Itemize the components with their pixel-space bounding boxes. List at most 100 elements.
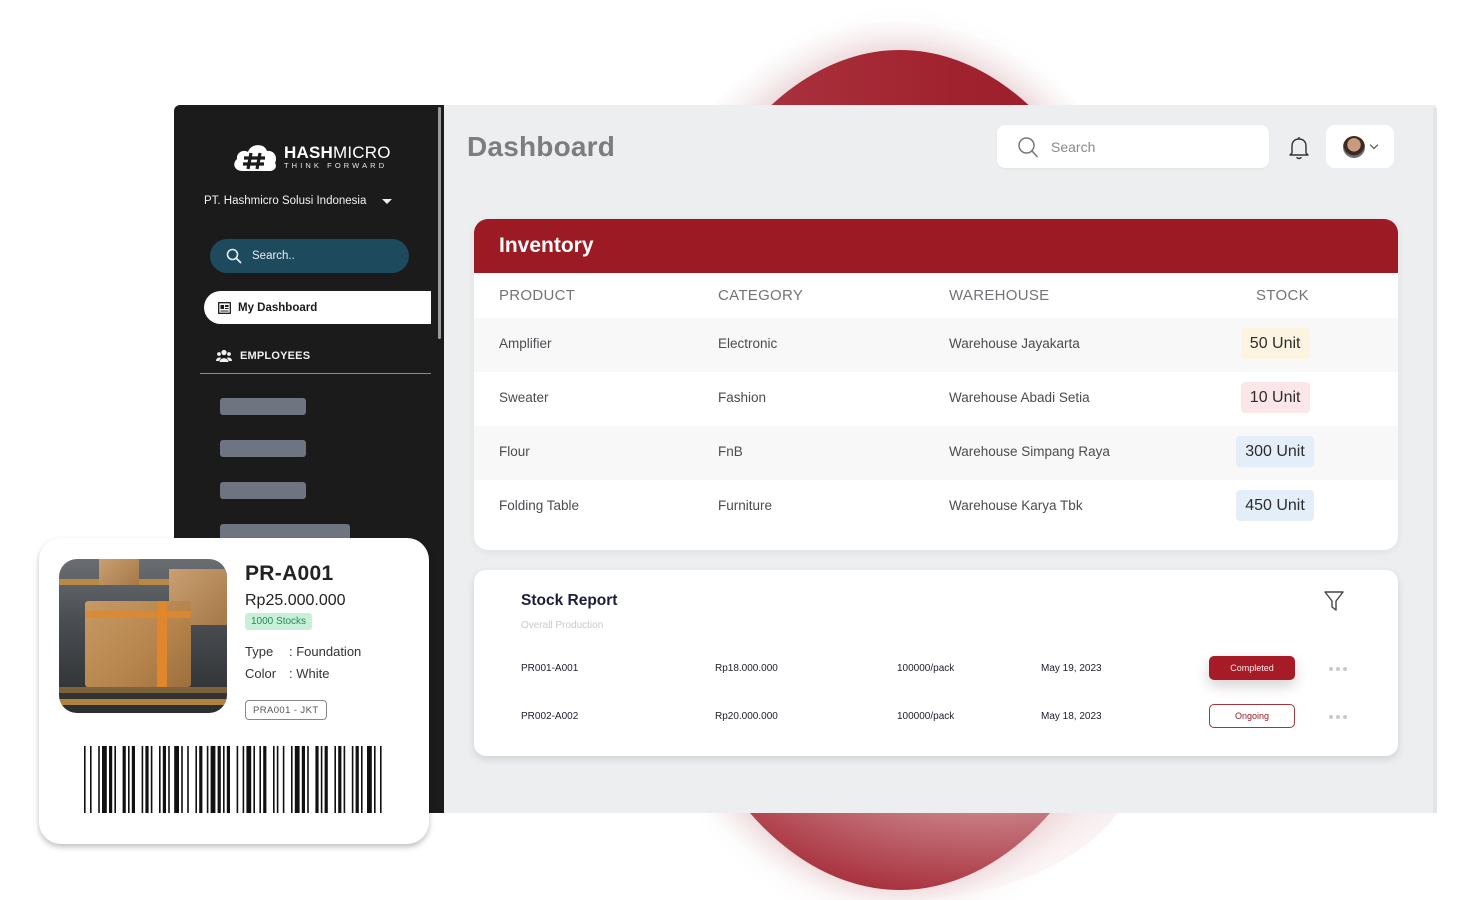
table-row[interactable]: Flour FnB Warehouse Simpang Raya 300 Unit xyxy=(474,426,1398,480)
product-color-label: Color xyxy=(245,666,277,681)
barcode-bar xyxy=(320,746,323,813)
barcode-bar xyxy=(226,746,230,813)
report-price: Rp18.000.000 xyxy=(715,663,778,674)
sidebar-item-label: My Dashboard xyxy=(238,301,318,314)
barcode-bar xyxy=(90,746,92,813)
inventory-header-row: PRODUCT CATEGORY WAREHOUSE STOCK xyxy=(474,273,1398,318)
sidebar-search-input[interactable]: Search.. xyxy=(210,239,409,273)
barcode-bar xyxy=(236,746,239,813)
report-date: May 19, 2023 xyxy=(1041,663,1102,674)
stock-badge: 300 Unit xyxy=(1236,436,1314,467)
report-qty: 100000/pack xyxy=(897,711,955,722)
filter-icon[interactable] xyxy=(1323,590,1345,612)
header-search-input[interactable]: Search xyxy=(997,125,1269,168)
company-selector[interactable]: PT. Hashmicro Solusi Indonesia xyxy=(204,195,393,207)
barcode-bar xyxy=(187,746,189,813)
logo-tagline: THINK FORWARD xyxy=(284,160,388,170)
cell-category: Fashion xyxy=(718,390,767,405)
inventory-title: Inventory xyxy=(474,219,1398,273)
barcode-bar xyxy=(380,746,382,813)
barcode-bar xyxy=(162,746,166,813)
caret-down-icon xyxy=(382,198,393,204)
barcode xyxy=(84,746,382,813)
stock-report-title: Stock Report xyxy=(521,592,618,609)
barcode-bar xyxy=(291,746,293,813)
sidebar-section-label: EMPLOYEES xyxy=(240,349,311,362)
profile-menu[interactable] xyxy=(1326,125,1394,168)
barcode-bar xyxy=(367,746,372,813)
cell-warehouse: Warehouse Simpang Raya xyxy=(949,444,1110,459)
barcode-bar xyxy=(294,746,300,813)
column-header-stock: STOCK xyxy=(1256,287,1309,304)
barcode-bar xyxy=(242,746,245,813)
barcode-bar xyxy=(253,746,255,813)
barcode-bar xyxy=(181,746,183,813)
company-name: PT. Hashmicro Solusi Indonesia xyxy=(204,195,367,207)
stock-badge: 450 Unit xyxy=(1236,490,1314,521)
barcode-bar xyxy=(334,746,336,813)
logo: HASHMICRO THINK FORWARD xyxy=(232,141,391,173)
barcode-bar xyxy=(150,746,153,813)
sidebar-scrollbar[interactable] xyxy=(438,107,441,339)
barcode-bar xyxy=(210,746,216,813)
product-color-value: : White xyxy=(289,666,330,681)
more-options-icon[interactable] xyxy=(1329,715,1347,719)
barcode-bar xyxy=(324,746,328,813)
window-edge xyxy=(1433,108,1437,813)
table-row[interactable]: Amplifier Electronic Warehouse Jayakarta 50… xyxy=(474,318,1398,372)
report-code: PR001-A001 xyxy=(521,663,579,674)
sidebar-placeholder-item[interactable] xyxy=(220,482,306,499)
barcode-bar xyxy=(282,746,285,813)
barcode-bar xyxy=(145,746,149,813)
cell-category: Electronic xyxy=(718,336,778,351)
barcode-bar xyxy=(174,746,179,813)
cell-product: Sweater xyxy=(499,390,549,405)
more-options-icon[interactable] xyxy=(1329,667,1347,671)
status-badge[interactable]: Completed xyxy=(1209,656,1295,680)
barcode-bar xyxy=(102,746,107,813)
barcode-bar xyxy=(351,746,354,813)
product-card: PR-A001 Rp25.000.000 1000 Stocks Type : … xyxy=(39,538,429,844)
dashboard-icon xyxy=(218,301,231,314)
barcode-bar xyxy=(168,746,170,813)
report-price: Rp20.000.000 xyxy=(715,711,778,722)
table-row[interactable]: Folding Table Furniture Warehouse Karya Tb… xyxy=(474,480,1398,534)
barcode-bar xyxy=(343,746,346,813)
chevron-down-icon xyxy=(1369,140,1379,150)
barcode-bar xyxy=(338,746,342,813)
sidebar-divider xyxy=(200,373,431,374)
barcode-bar xyxy=(276,746,279,813)
users-icon xyxy=(216,349,232,362)
main-content: Dashboard Search Inventory PRODUCT CATEG… xyxy=(444,105,1436,813)
barcode-bar xyxy=(141,746,144,813)
cell-warehouse: Warehouse Karya Tbk xyxy=(949,498,1083,513)
barcode-bar xyxy=(195,746,197,813)
table-row[interactable]: Sweater Fashion Warehouse Abadi Setia 10 Un… xyxy=(474,372,1398,426)
barcode-bar xyxy=(307,746,309,813)
barcode-bar xyxy=(217,746,221,813)
sidebar-placeholder-item[interactable] xyxy=(220,398,306,415)
barcode-bar xyxy=(206,746,209,813)
status-badge[interactable]: Ongoing xyxy=(1209,704,1295,728)
page-title: Dashboard xyxy=(467,131,616,162)
search-icon xyxy=(1018,136,1038,157)
sidebar-section-employees[interactable]: EMPLOYEES xyxy=(216,349,310,362)
sidebar-placeholder-item[interactable] xyxy=(220,440,306,457)
stock-report-subtitle: Overall Production xyxy=(521,620,604,631)
cell-warehouse: Warehouse Abadi Setia xyxy=(949,390,1090,405)
cell-product: Flour xyxy=(499,444,530,459)
column-header-category: CATEGORY xyxy=(718,287,804,304)
barcode-bar xyxy=(114,746,116,813)
barcode-bar xyxy=(159,746,161,813)
sidebar-item-my-dashboard[interactable]: My Dashboard xyxy=(204,291,431,324)
inventory-card: Inventory PRODUCT CATEGORY WAREHOUSE STO… xyxy=(474,219,1398,550)
product-image xyxy=(59,559,227,713)
barcode-bar xyxy=(263,746,267,813)
barcode-bar xyxy=(122,746,126,813)
cell-category: Furniture xyxy=(718,498,773,513)
barcode-bar xyxy=(374,746,376,813)
bell-icon[interactable] xyxy=(1287,135,1311,161)
product-type: Type : Foundation xyxy=(245,644,361,659)
barcode-bar xyxy=(355,746,359,813)
barcode-bar xyxy=(199,746,203,813)
